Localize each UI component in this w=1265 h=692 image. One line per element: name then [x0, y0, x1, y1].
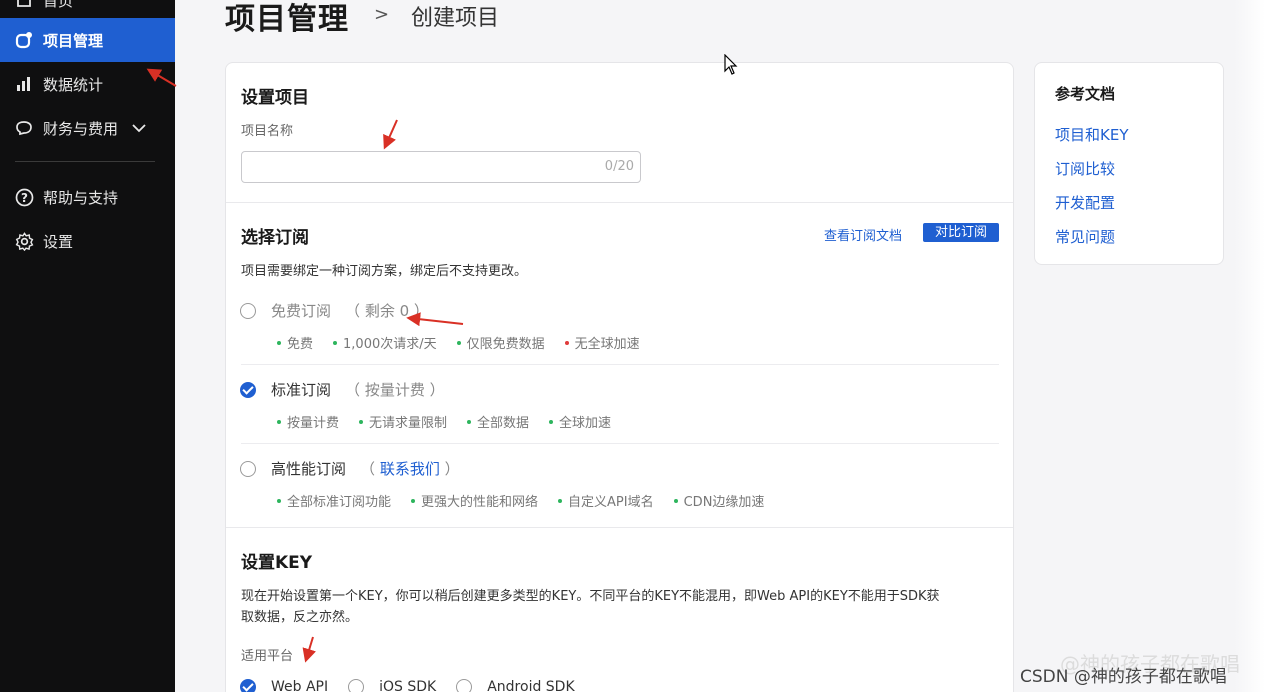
project-name-label: 项目名称	[241, 124, 294, 139]
subscription-title: 选择订阅	[241, 228, 309, 248]
watermark: CSDN @神的孩子都在歌唱	[1020, 667, 1227, 687]
feature-item: 无全球加速	[564, 333, 640, 352]
platform-label: 适用平台	[241, 649, 294, 664]
feature-item: 免费	[277, 333, 313, 352]
feature-item: 全球加速	[549, 412, 611, 431]
option-name: 高性能订阅	[271, 460, 347, 478]
option-features: 全部标准订阅功能 更强大的性能和网络 自定义API域名 CDN边缘加速	[277, 491, 764, 510]
radio-unchecked[interactable]	[240, 302, 256, 319]
sidebar-item-finance[interactable]: 财务与费用	[0, 106, 175, 150]
subscription-option-free[interactable]: 免费订阅 （ 剩余 0 ）	[240, 300, 429, 321]
sidebar-item-label: 首页	[43, 0, 74, 10]
ref-link-subscription-compare[interactable]: 订阅比较	[1055, 158, 1115, 179]
chevron-down-icon	[129, 118, 149, 138]
divider	[226, 202, 1013, 203]
feature-item: 全部数据	[467, 412, 529, 431]
radio-unchecked[interactable]	[240, 460, 256, 477]
sidebar-item-stats[interactable]: 数据统计	[0, 62, 175, 106]
feature-item: 全部标准订阅功能	[277, 491, 391, 510]
setup-project-title: 设置项目	[241, 88, 309, 108]
divider	[241, 364, 999, 365]
radio-unchecked[interactable]	[348, 679, 365, 692]
home-icon	[14, 0, 34, 10]
option-name: 免费订阅	[271, 302, 332, 320]
ref-link-project-key[interactable]: 项目和KEY	[1055, 124, 1128, 145]
sidebar-item-label: 帮助与支持	[43, 188, 119, 207]
radio-unchecked[interactable]	[456, 679, 473, 692]
option-name: 标准订阅	[271, 381, 332, 399]
ref-link-dev-config[interactable]: 开发配置	[1055, 192, 1115, 213]
ref-link-faq[interactable]: 常见问题	[1055, 226, 1115, 247]
setup-key-title: 设置KEY	[241, 553, 313, 573]
sidebar-divider	[15, 161, 155, 162]
breadcrumb-separator: >	[374, 4, 390, 25]
gear-icon	[14, 231, 34, 251]
help-icon: ?	[14, 187, 34, 207]
sidebar: 首页 项目管理 数据统计 财务与费用 ? 帮助与支持 设置	[0, 0, 175, 692]
subscription-description: 项目需要绑定一种订阅方案，绑定后不支持更改。	[241, 264, 528, 279]
contact-us-link[interactable]: 联系我们	[380, 460, 440, 478]
subscription-option-premium[interactable]: 高性能订阅 （ 联系我们 ）	[240, 458, 460, 479]
page-edge-fade	[1234, 0, 1265, 692]
option-note: （ 联系我们 ）	[360, 460, 460, 478]
feature-item: 自定义API域名	[558, 491, 654, 510]
setup-key-description: 现在开始设置第一个KEY，你可以稍后创建更多类型的KEY。不同平台的KEY不能混…	[241, 589, 940, 625]
feature-item: CDN边缘加速	[673, 491, 764, 510]
sidebar-item-help[interactable]: ? 帮助与支持	[0, 175, 175, 219]
bar-chart-icon	[14, 74, 34, 94]
option-features: 免费 1,000次请求/天 仅限免费数据 无全球加速	[277, 333, 640, 352]
sidebar-item-projects[interactable]: 项目管理	[0, 18, 175, 62]
svg-text:?: ?	[21, 191, 28, 205]
sidebar-item-label: 数据统计	[43, 75, 104, 94]
platform-ios-sdk[interactable]: iOS SDK	[348, 679, 436, 692]
platform-android-sdk[interactable]: Android SDK	[456, 679, 575, 692]
sidebar-item-label: 项目管理	[43, 31, 104, 50]
platform-web-api[interactable]: Web API	[240, 679, 328, 692]
option-features: 按量计费 无请求量限制 全部数据 全球加速	[277, 412, 611, 431]
view-subscription-doc-link[interactable]: 查看订阅文档	[824, 225, 902, 244]
breadcrumb-current: 创建项目	[411, 6, 500, 31]
feature-item: 仅限免费数据	[456, 333, 545, 352]
reference-docs-card: 参考文档 项目和KEY 订阅比较 开发配置 常见问题	[1034, 62, 1224, 265]
project-name-input[interactable]: 0/20	[241, 151, 641, 183]
sidebar-item-label: 设置	[43, 232, 74, 251]
feature-item: 1,000次请求/天	[333, 333, 437, 352]
divider	[241, 443, 999, 444]
compare-subscription-button[interactable]: 对比订阅	[923, 223, 999, 242]
radio-checked[interactable]	[240, 381, 256, 398]
option-note: （ 剩余 0 ）	[345, 302, 429, 320]
feature-item: 无请求量限制	[359, 412, 447, 431]
create-project-card: 设置项目 项目名称 0/20 选择订阅 查看订阅文档 对比订阅 项目需要绑定一种…	[225, 62, 1014, 692]
project-icon	[14, 30, 34, 50]
feature-item: 按量计费	[277, 412, 339, 431]
mouse-cursor-icon	[724, 54, 738, 75]
reference-docs-title: 参考文档	[1055, 85, 1116, 103]
feature-item: 更强大的性能和网络	[411, 491, 538, 510]
platform-options: Web API iOS SDK Android SDK	[240, 679, 587, 692]
page-title: 项目管理	[225, 2, 349, 37]
char-counter: 0/20	[604, 159, 634, 174]
sidebar-item-label: 财务与费用	[43, 119, 119, 138]
sidebar-item-settings[interactable]: 设置	[0, 219, 175, 263]
subscription-option-standard[interactable]: 标准订阅 （ 按量计费 ）	[240, 379, 445, 400]
radio-checked[interactable]	[240, 679, 256, 692]
wallet-icon	[14, 118, 34, 138]
divider	[226, 527, 1013, 528]
option-note: （ 按量计费 ）	[345, 381, 445, 399]
